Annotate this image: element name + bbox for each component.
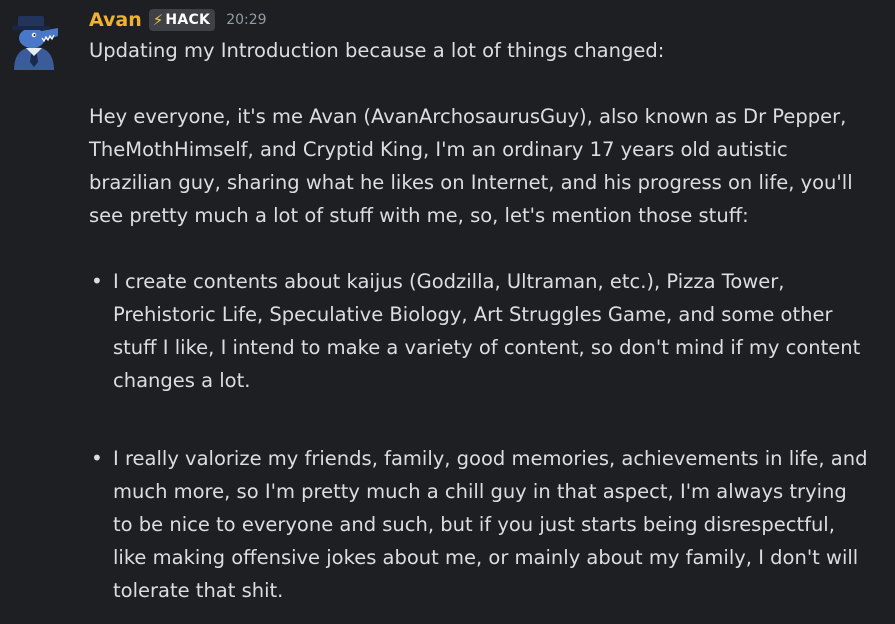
bullet-spacer (89, 397, 889, 442)
message-content: Avan ⚡ HACK 20:29 Updating my Introducti… (89, 6, 889, 607)
bullet-dot-icon: • (91, 269, 103, 293)
bullet-list-item: • I really valorize my friends, family, … (89, 442, 889, 607)
server-tag-label: HACK (165, 12, 211, 28)
message-body: Updating my Introduction because a lot o… (89, 34, 889, 607)
bullet-line: changes a lot. (113, 369, 251, 392)
avatar-image (12, 16, 58, 70)
message-timestamp[interactable]: 20:29 (226, 12, 266, 28)
paragraph-line: TheMothHimself, and Cryptid King, I'm an… (89, 138, 788, 161)
intro-line: Updating my Introduction because a lot o… (89, 39, 665, 62)
paragraph-line: see pretty much a lot of stuff with me, … (89, 204, 749, 227)
paragraph-line: brazilian guy, sharing what he likes on … (89, 171, 853, 194)
username[interactable]: Avan (89, 9, 142, 31)
bullet-list-item: • I create contents about kaijus (Godzil… (89, 265, 889, 397)
avatar[interactable] (8, 14, 60, 70)
paragraph-line: Hey everyone, it's me Avan (AvanArchosau… (89, 105, 847, 128)
bullet-line: tolerate that shit. (113, 579, 284, 602)
message-header: Avan ⚡ HACK 20:29 (89, 6, 889, 34)
bullet-line: I create contents about kaijus (Godzilla… (113, 270, 785, 293)
server-tag-badge[interactable]: ⚡ HACK (148, 9, 216, 31)
bullet-line: I really valorize my friends, family, go… (113, 447, 868, 470)
bullet-dot-icon: • (91, 446, 103, 470)
bullet-line: stuff I like, I intend to make a variety… (113, 336, 861, 359)
bullet-line: to be nice to everyone and such, but if … (113, 513, 835, 536)
bullet-line: like making offensive jokes about me, or… (113, 546, 859, 569)
bullet-line: much more, so I'm pretty much a chill gu… (113, 480, 847, 503)
chat-message: Avan ⚡ HACK 20:29 Updating my Introducti… (0, 0, 895, 624)
bullet-line: Prehistoric Life, Speculative Biology, A… (113, 303, 833, 326)
lightning-bolt-icon: ⚡ (152, 11, 164, 29)
